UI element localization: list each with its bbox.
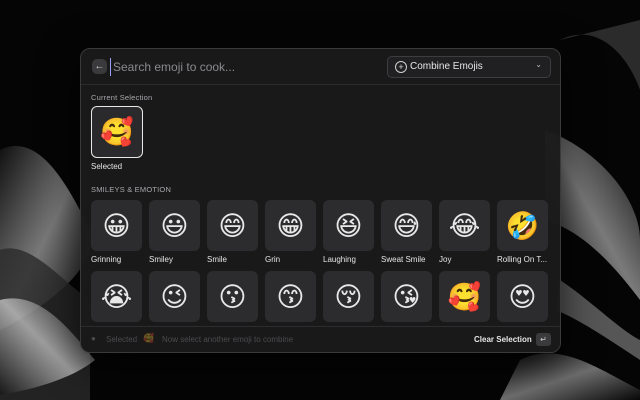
emoji-tile-kissing-smiling-eyes[interactable]: 😙	[265, 271, 316, 322]
emoji-glyph: 😂	[448, 211, 481, 241]
emoji-glyph: 😘	[392, 282, 421, 312]
emoji-label: Grin	[265, 255, 281, 264]
emoji-glyph: 😄	[218, 211, 247, 241]
emoji-glyph: 😃	[160, 211, 189, 241]
emoji-glyph: 😀	[102, 211, 131, 241]
emoji-tile-sweat-smile[interactable]: 😅	[381, 200, 432, 251]
emoji-label: Sweat Smile	[381, 255, 426, 264]
emoji-glyph: 😆	[334, 211, 363, 241]
emoji-glyph: 😍	[508, 282, 537, 312]
emoji-label: Rolling On T...	[497, 255, 548, 264]
emoji-tile-laughing[interactable]: 😆	[323, 200, 374, 251]
plus-circle-icon: +	[395, 61, 407, 73]
combine-emojis-label: Combine Emojis	[410, 61, 483, 72]
arrow-left-icon: ←	[94, 61, 105, 72]
emoji-tile-rolling[interactable]: 🤣	[497, 200, 548, 251]
emoji-tile-heart-eyes[interactable]: 😍	[497, 271, 548, 322]
search-input[interactable]	[110, 58, 363, 76]
emoji-label: Smiley	[149, 255, 174, 264]
emoji-tile-smiling-hearts[interactable]: 🥰	[439, 271, 490, 322]
emoji-label: Laughing	[323, 255, 356, 264]
return-key-icon[interactable]: ↵	[536, 333, 551, 346]
chevron-down-icon: ⌄	[535, 60, 542, 69]
selected-emoji-tile[interactable]: 🥰	[91, 106, 143, 158]
emoji-tile-smile[interactable]: 😄	[207, 200, 258, 251]
emoji-glyph: 😅	[392, 211, 421, 241]
smileys-section-title: SMILEYS & EMOTION	[91, 185, 172, 194]
emoji-glyph: 🤣	[505, 211, 540, 241]
emoji-glyph: 😙	[276, 282, 305, 312]
emoji-glyph: 😚	[334, 282, 363, 312]
emoji-tile-sob[interactable]: 😭	[91, 271, 142, 322]
emoji-tile-grinning[interactable]: 😀	[91, 200, 142, 251]
top-bar: ← + Combine Emojis ⌄	[81, 49, 560, 85]
footer-bar: ● Selected 🥰 Now select another emoji to…	[81, 326, 560, 352]
emoji-glyph: 😭	[100, 282, 133, 312]
emoji-glyph: 😗	[218, 282, 247, 312]
combine-emojis-dropdown[interactable]: + Combine Emojis ⌄	[387, 56, 551, 78]
footer-selected-emoji: 🥰	[143, 333, 155, 343]
back-button[interactable]: ←	[92, 59, 107, 74]
emoji-tile-kissing-heart[interactable]: 😘	[381, 271, 432, 322]
emoji-tile-smiley[interactable]: 😃	[149, 200, 200, 251]
emoji-label: Smile	[207, 255, 228, 264]
footer-status: Selected	[106, 335, 138, 344]
emoji-tile-kissing[interactable]: 😗	[207, 271, 258, 322]
selected-emoji: 🥰	[100, 117, 134, 147]
emoji-tile-kissing-closed-eyes[interactable]: 😚	[323, 271, 374, 322]
emoji-glyph: 🥰	[447, 282, 482, 312]
emoji-label: Grinning	[91, 255, 122, 264]
current-selection-title: Current Selection	[91, 93, 153, 102]
emoji-label: Joy	[439, 255, 452, 264]
footer-hint: Now select another emoji to combine	[162, 335, 294, 344]
emoji-tile-wink[interactable]: 😉	[149, 271, 200, 322]
clear-selection-button[interactable]: Clear Selection	[474, 335, 532, 344]
emoji-tile-grin[interactable]: 😁	[265, 200, 316, 251]
emoji-glyph: 😉	[160, 282, 189, 312]
selected-label: Selected	[91, 162, 123, 171]
emoji-glyph: 😁	[276, 211, 305, 241]
status-dot-icon: ●	[91, 334, 96, 343]
emoji-picker-window: ← + Combine Emojis ⌄ Current Selection 🥰…	[80, 48, 561, 353]
emoji-tile-joy[interactable]: 😂	[439, 200, 490, 251]
